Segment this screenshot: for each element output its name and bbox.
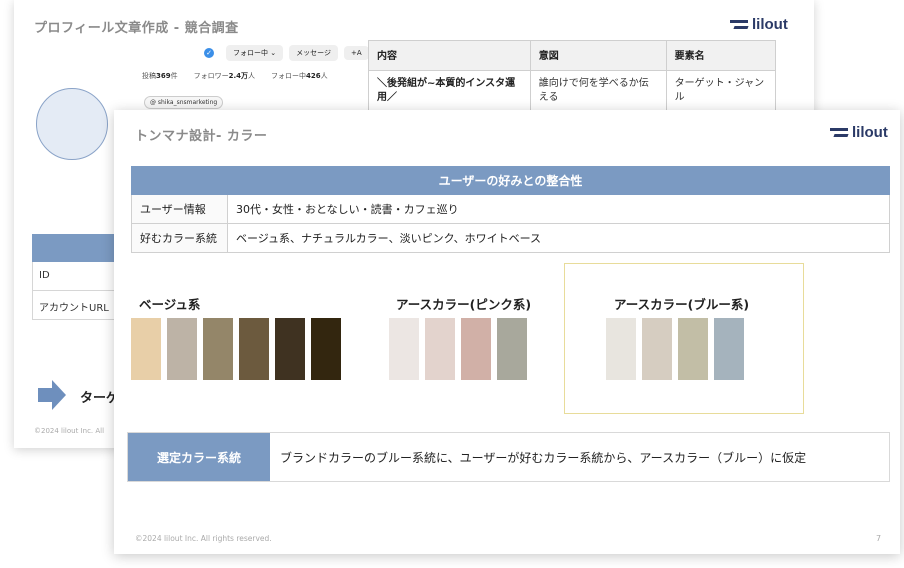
table-row: 好むカラー系統 ベージュ系、ナチュラルカラー、淡いピンク、ホワイトベース xyxy=(131,223,890,253)
color-swatch xyxy=(606,318,636,380)
profile-stats: 投稿369件 フォロワー2.4万人 フォロー中426人 xyxy=(142,71,328,81)
palette-earth-pink-swatches xyxy=(389,318,533,380)
add-user-button[interactable]: +A xyxy=(343,46,369,60)
logo-text: lilout xyxy=(752,16,788,33)
color-swatch xyxy=(461,318,491,380)
color-swatch xyxy=(642,318,672,380)
selected-color-row: 選定カラー系統 ブランドカラーのブルー系統に、ユーザーが好むカラー系統から、アー… xyxy=(127,432,890,482)
message-button[interactable]: メッセージ xyxy=(289,45,338,61)
selected-color-label: 選定カラー系統 xyxy=(128,433,270,481)
user-preference-table: ユーザーの好みとの整合性 ユーザー情報 30代・女性・おとなしい・読書・カフェ巡… xyxy=(131,166,890,253)
table-row: ユーザー情報 30代・女性・おとなしい・読書・カフェ巡り xyxy=(131,194,890,224)
color-swatch xyxy=(389,318,419,380)
color-swatch xyxy=(425,318,455,380)
posts-stat: 投稿369件 xyxy=(142,72,178,80)
color-swatch xyxy=(497,318,527,380)
table-row: ＼後発組が~本質的インスタ運用／ 誰向けで何を学べるか伝える ターゲット・ジャン… xyxy=(368,70,777,111)
palette-title-beige: ベージュ系 xyxy=(139,297,201,312)
palette-title-earth-blue: アースカラー(ブルー系) xyxy=(614,297,750,312)
front-slide: トンマナ設計- カラー lilout ユーザーの好みとの整合性 ユーザー情報 3… xyxy=(114,110,900,554)
row-value-preferred-colors: ベージュ系、ナチュラルカラー、淡いピンク、ホワイトベース xyxy=(227,223,890,253)
palette-earth-blue-swatches xyxy=(606,318,750,380)
table-header-element: 要素名 xyxy=(665,40,777,71)
preference-table-header: ユーザーの好みとの整合性 xyxy=(131,166,890,195)
front-slide-footer: ©2024 lilout Inc. All rights reserved. xyxy=(135,534,272,543)
back-slide-footer: ©2024 lilout Inc. All xyxy=(34,427,105,435)
row-label-preferred-colors: 好むカラー系統 xyxy=(131,223,228,253)
table-cell: ＼後発組が~本質的インスタ運用／ xyxy=(368,70,531,111)
lilout-logo-mark-icon xyxy=(730,19,748,31)
profile-action-row: ✓ フォロー中 ⌄ メッセージ +A xyxy=(204,45,369,61)
lilout-logo: lilout xyxy=(730,16,788,33)
color-swatch xyxy=(311,318,341,380)
table-header-intent: 意図 xyxy=(529,40,667,71)
following-stat[interactable]: フォロー中426人 xyxy=(271,71,328,81)
table-cell: ターゲット・ジャンル xyxy=(665,70,777,111)
lilout-logo: lilout xyxy=(830,124,888,141)
palette-beige-swatches xyxy=(131,318,347,380)
palette-title-earth-pink: アースカラー(ピンク系) xyxy=(396,297,532,312)
table-cell: 誰向けで何を学べるか伝える xyxy=(529,70,667,111)
followers-stat[interactable]: フォロワー2.4万人 xyxy=(194,71,255,81)
content-intent-table: 内容 意図 要素名 ＼後発組が~本質的インスタ運用／ 誰向けで何を学べるか伝える… xyxy=(368,40,777,111)
color-swatch xyxy=(131,318,161,380)
table-header-content: 内容 xyxy=(368,40,531,71)
back-slide-title: プロフィール文章作成 - 競合調査 xyxy=(34,21,239,36)
color-swatch xyxy=(275,318,305,380)
page-number: 7 xyxy=(876,534,882,543)
lilout-logo-mark-icon xyxy=(830,127,848,139)
color-swatch xyxy=(714,318,744,380)
front-slide-title: トンマナ設計- カラー xyxy=(135,129,268,144)
profile-handle-chip[interactable]: @ shika_snsmarketing xyxy=(144,96,224,109)
follow-button[interactable]: フォロー中 ⌄ xyxy=(226,45,284,61)
selected-color-description: ブランドカラーのブルー系統に、ユーザーが好むカラー系統から、アースカラー（ブルー… xyxy=(280,450,807,465)
avatar xyxy=(36,88,108,160)
color-swatch xyxy=(203,318,233,380)
color-swatch xyxy=(167,318,197,380)
color-swatch xyxy=(239,318,269,380)
color-swatch xyxy=(678,318,708,380)
row-label-user-info: ユーザー情報 xyxy=(131,194,228,224)
row-value-user-info: 30代・女性・おとなしい・読書・カフェ巡り xyxy=(227,194,890,224)
verified-badge-icon: ✓ xyxy=(204,48,214,58)
logo-text: lilout xyxy=(852,124,888,141)
